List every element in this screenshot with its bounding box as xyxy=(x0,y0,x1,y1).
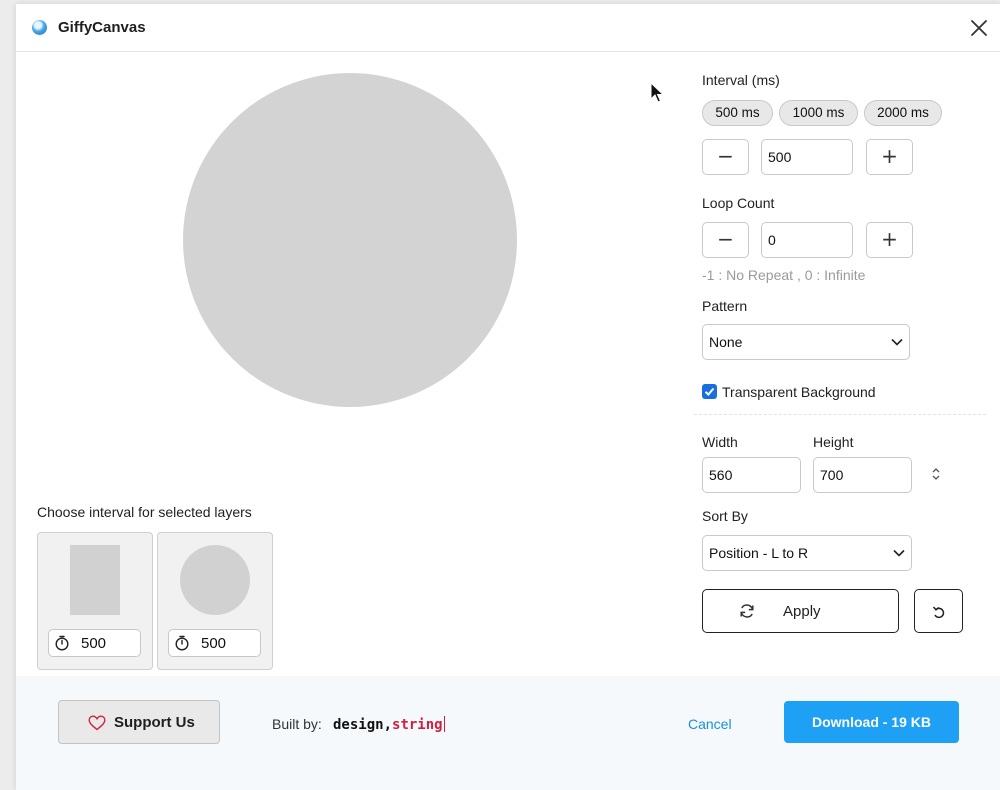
download-button[interactable]: Download - 19 KB xyxy=(784,701,959,743)
brand-part-1: design, xyxy=(333,717,393,733)
close-icon[interactable] xyxy=(968,17,990,39)
transparent-background-label: Transparent Background xyxy=(722,384,876,400)
loop-count-input[interactable] xyxy=(761,222,853,258)
layer-thumbnail-rectangle xyxy=(70,545,120,615)
heart-icon xyxy=(88,715,106,731)
brand-part-2: string xyxy=(392,717,443,733)
layers-interval-label: Choose interval for selected layers xyxy=(37,504,252,520)
timer-icon xyxy=(55,635,69,651)
interval-decrement-button[interactable]: − xyxy=(702,139,749,175)
pattern-label: Pattern xyxy=(702,298,748,314)
layer-interval-field[interactable] xyxy=(48,629,141,657)
giffycanvas-logo-icon xyxy=(32,20,47,35)
layer-card-circle[interactable] xyxy=(157,532,273,670)
loop-increment-button[interactable]: + xyxy=(866,222,913,258)
layer-interval-field[interactable] xyxy=(168,629,261,657)
support-us-button[interactable]: Support Us xyxy=(58,700,220,744)
pattern-selected-value: None xyxy=(709,334,743,350)
apply-button[interactable]: Apply xyxy=(702,589,899,633)
interval-label: Interval (ms) xyxy=(702,72,780,88)
transparent-background-checkbox[interactable] xyxy=(702,384,717,399)
loop-decrement-button[interactable]: − xyxy=(702,222,749,258)
support-us-label: Support Us xyxy=(114,714,195,731)
checkmark-icon xyxy=(704,387,715,396)
apply-button-label: Apply xyxy=(783,603,821,620)
cancel-button[interactable]: Cancel xyxy=(688,716,732,732)
loop-count-hint: -1 : No Repeat , 0 : Infinite xyxy=(702,267,866,283)
giffycanvas-dialog: GiffyCanvas Choose interval for selected… xyxy=(16,4,1000,790)
loop-count-label: Loop Count xyxy=(702,195,775,211)
interval-input[interactable] xyxy=(761,139,853,175)
pattern-select[interactable]: None xyxy=(702,324,910,360)
sort-by-select[interactable]: Position - L to R xyxy=(702,535,912,571)
reset-button[interactable] xyxy=(914,589,963,633)
width-input[interactable] xyxy=(702,457,801,493)
interval-preset-2000[interactable]: 2000 ms xyxy=(864,100,942,126)
layer-thumbnail-circle xyxy=(180,545,250,615)
chevron-down-icon xyxy=(891,338,903,346)
width-label: Width xyxy=(702,434,738,450)
title-bar: GiffyCanvas xyxy=(16,4,1000,52)
section-divider xyxy=(694,414,986,415)
swap-dimensions-icon[interactable] xyxy=(930,466,942,482)
designstring-brand-link[interactable]: design,string xyxy=(333,716,445,733)
undo-icon xyxy=(932,606,945,619)
built-by-label: Built by: xyxy=(272,716,322,732)
refresh-icon xyxy=(740,604,754,618)
interval-preset-500[interactable]: 500 ms xyxy=(702,100,773,126)
app-title: GiffyCanvas xyxy=(58,19,146,36)
sort-by-label: Sort By xyxy=(702,508,748,524)
mouse-pointer-icon xyxy=(650,82,664,103)
layer-interval-input[interactable] xyxy=(201,633,257,653)
interval-increment-button[interactable]: + xyxy=(866,139,913,175)
height-input[interactable] xyxy=(813,457,912,493)
dialog-footer: Support Us Built by: design,string Cance… xyxy=(16,676,1000,790)
timer-icon xyxy=(175,635,189,651)
brand-caret xyxy=(443,716,445,732)
height-label: Height xyxy=(813,434,854,450)
layer-card-rectangle[interactable] xyxy=(37,532,153,670)
layer-interval-input[interactable] xyxy=(81,633,137,653)
chevron-down-icon xyxy=(893,549,905,557)
sort-by-selected-value: Position - L to R xyxy=(709,545,809,561)
interval-preset-1000[interactable]: 1000 ms xyxy=(779,100,858,126)
canvas-preview-circle xyxy=(183,73,517,407)
